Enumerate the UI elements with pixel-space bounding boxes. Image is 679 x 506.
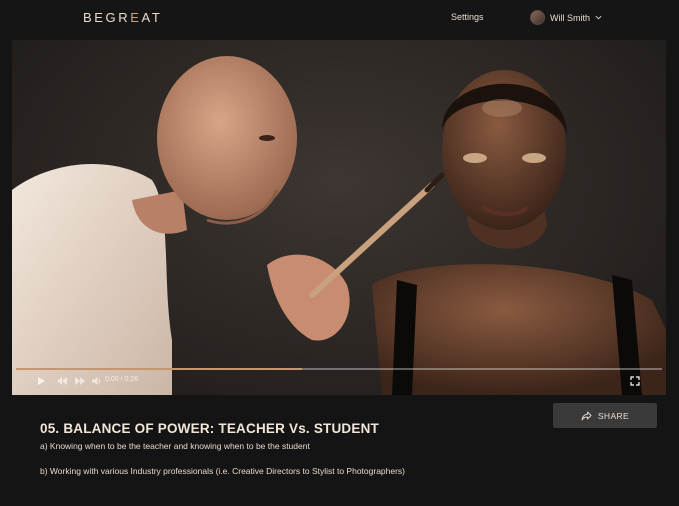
play-icon[interactable] [36, 376, 46, 386]
top-nav: BEGREAT Settings Will Smith [0, 0, 679, 38]
volume-icon[interactable] [91, 376, 102, 386]
video-frame [12, 56, 666, 395]
time-display: 0:00 / 0:26 [105, 376, 139, 383]
user-name: Will Smith [550, 12, 590, 23]
progress-fill [16, 368, 303, 370]
share-button[interactable]: SHARE [553, 403, 657, 428]
chevron-down-icon [595, 15, 602, 20]
lesson-point-a: a) Knowing when to be the teacher and kn… [40, 441, 310, 451]
progress-bar[interactable] [16, 368, 662, 370]
forward-icon[interactable] [74, 376, 86, 386]
share-icon [581, 411, 592, 420]
share-label: SHARE [597, 410, 630, 421]
lesson-title: 05. BALANCE OF POWER: TEACHER Vs. STUDEN… [40, 421, 379, 436]
begreat-logo[interactable]: BEGREAT [83, 10, 162, 25]
lesson-point-b: b) Working with various Industry profess… [40, 466, 406, 476]
video-player[interactable]: 0:00 / 0:26 [12, 40, 666, 395]
user-avatar [530, 10, 545, 25]
fullscreen-icon[interactable] [630, 376, 640, 386]
rewind-icon[interactable] [56, 376, 68, 386]
user-menu[interactable]: Will Smith [530, 10, 602, 25]
settings-link[interactable]: Settings [451, 12, 484, 22]
player-controls: 0:00 / 0:26 [12, 373, 666, 393]
